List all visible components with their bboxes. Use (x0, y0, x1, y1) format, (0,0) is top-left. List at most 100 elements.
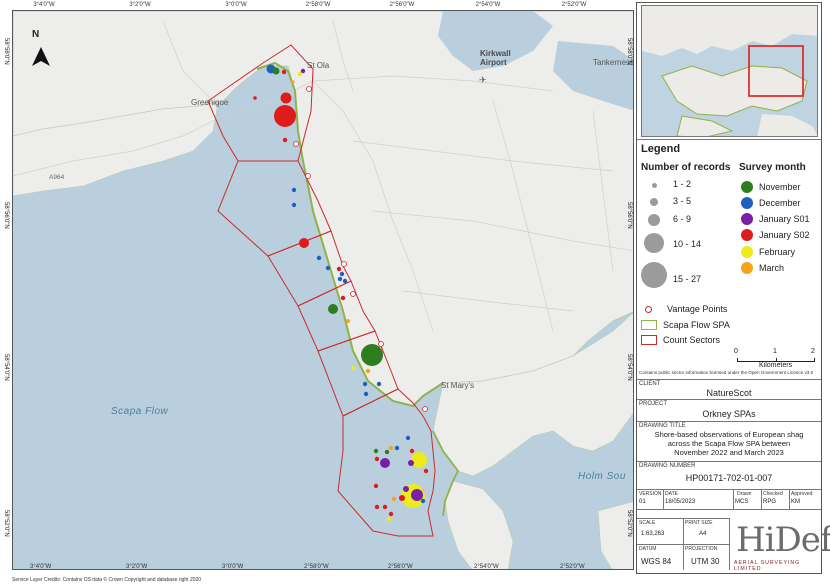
observation-november (373, 448, 379, 454)
coord-bottom-label: 2°56'0"W (388, 564, 413, 570)
observation-december (339, 271, 345, 277)
drawing-title-row: DRAWING TITLE Shore-based observations o… (637, 421, 821, 461)
observation-january-s02 (382, 504, 388, 510)
coord-bottom-label: 3°2'0"W (126, 564, 148, 570)
observation-december (420, 498, 426, 504)
north-arrow-label: N (32, 29, 40, 40)
legend-month-swatch-january-s02 (741, 229, 753, 241)
observation-december (376, 381, 382, 387)
logo-wordmark: HiDef (736, 520, 830, 560)
coord-top-label: 2°52'0"W (561, 2, 587, 8)
legend-count-sectors-label: Count Sectors (663, 335, 721, 345)
drawing-title-line-3: November 2022 and March 2023 (674, 448, 784, 457)
legend-month-label: March (759, 263, 785, 273)
observation-march (291, 80, 295, 84)
observation-january-s01 (300, 68, 306, 74)
legend: Legend Number of records Survey month 1 … (637, 139, 821, 379)
drawn-value: MCS (735, 499, 749, 505)
drawn-caption: Drawn (737, 491, 752, 497)
coord-right-label: 58°54'0"N (626, 354, 632, 381)
observation-january-s02 (274, 105, 296, 127)
observation-december (325, 265, 331, 271)
observation-january-s02 (373, 483, 379, 489)
coord-left-label: 58°56'0"N (3, 202, 9, 229)
coord-bottom-label: 2°52'0"W (560, 564, 585, 570)
observation-january-s02 (374, 456, 380, 462)
legend-spa-swatch (641, 320, 657, 330)
date-caption: DATE (665, 491, 678, 497)
licence-credit: Contains public sector information licen… (639, 370, 814, 375)
coord-top-label: 3°2'0"W (129, 2, 151, 8)
observation-march (365, 368, 371, 374)
inset-locator-map[interactable] (641, 5, 818, 137)
project-caption: PROJECT (639, 401, 668, 407)
vantage-point (341, 261, 347, 267)
scale-unit-label: Kilometers (759, 362, 793, 369)
legend-month-label: November (759, 182, 801, 192)
observation-december (405, 435, 411, 441)
legend-size-symbol-5 (641, 262, 667, 288)
client-caption: CLIENT (639, 381, 661, 387)
coord-left-label: 58°58'0"N (3, 38, 9, 65)
version-caption: VERSION (639, 491, 662, 497)
scale-tick-label: 0 (734, 348, 738, 355)
observation-november (272, 67, 280, 75)
version-row: VERSION 01 DATE 18/05/2023 Drawn MCS Che… (637, 489, 821, 510)
version-value: 01 (639, 499, 646, 505)
print-size-value: A4 (699, 531, 707, 537)
checked-caption: Checked (763, 491, 783, 497)
coord-top-label: 2°56'0"W (389, 2, 415, 8)
legend-title: Legend (641, 143, 681, 155)
observation-january-s01 (380, 458, 390, 468)
observation-january-s02 (336, 266, 342, 272)
observation-february (386, 516, 392, 522)
vantage-point (378, 341, 384, 347)
project-value: Orkney SPAs (702, 409, 756, 419)
drawing-title-line-2: across the Scapa Flow SPA between (667, 439, 791, 448)
drawing-number-caption: DRAWING NUMBER (639, 463, 696, 469)
logo-subtitle: AERIAL SURVEYING LIMITED (734, 560, 801, 572)
observation-january-s02 (340, 295, 346, 301)
lamb-holm (444, 480, 514, 569)
coord-top-label: 3°0'0"W (225, 2, 247, 8)
observation-december (394, 445, 400, 451)
scale-datum-grid: SCALE 1:63,263 PRINT SIZE A4 DATUM WGS 8… (637, 518, 729, 570)
observation-december (362, 381, 368, 387)
observation-january-s01 (403, 486, 409, 492)
vantage-point (293, 141, 299, 147)
observation-december (316, 255, 322, 261)
legend-size-label: 10 - 14 (673, 239, 702, 249)
legend-size-symbol-2 (650, 198, 658, 206)
legend-size-symbol-4 (644, 233, 664, 253)
legend-month-label: February (759, 247, 796, 257)
coord-bottom-label: 3°4'0"W (30, 564, 52, 570)
legend-size-label: 1 - 2 (673, 179, 692, 189)
observation-january-s01 (408, 460, 414, 466)
legend-size-label: 6 - 9 (673, 214, 692, 224)
observation-january-s02 (374, 504, 380, 510)
observation-january-s02 (280, 92, 292, 104)
legend-month-label: January S01 (759, 214, 810, 224)
observation-november (361, 344, 383, 366)
observation-february (411, 452, 427, 468)
checked-value: RPG (763, 499, 777, 505)
scale-tick-label: 2 (811, 348, 815, 355)
map-canvas[interactable]: ✈ (13, 11, 634, 570)
observation-november (328, 304, 338, 314)
project-row: PROJECT Orkney SPAs (637, 399, 821, 421)
legend-month-swatch-december (741, 197, 753, 209)
observation-march (388, 445, 394, 451)
scale-tick (814, 358, 815, 362)
scale-tick-label: 1 (773, 348, 777, 355)
approved-value: KM (791, 499, 800, 505)
projection-value: UTM 30 (691, 557, 720, 566)
observation-december (342, 278, 348, 284)
drawing-title-line-1: Shore-based observations of European sha… (654, 430, 804, 439)
inset-map-canvas (642, 6, 817, 136)
coord-left-label: 58°52'0"N (3, 510, 9, 537)
observation-january-s01 (411, 489, 423, 501)
water-label-holm-sound: Holm Sou (578, 471, 626, 482)
datum-caption: DATUM (639, 546, 657, 552)
map-frame[interactable]: ✈ N Kirkwall Airport Tankerness St Ola G… (12, 10, 634, 570)
observation-march (346, 319, 350, 323)
